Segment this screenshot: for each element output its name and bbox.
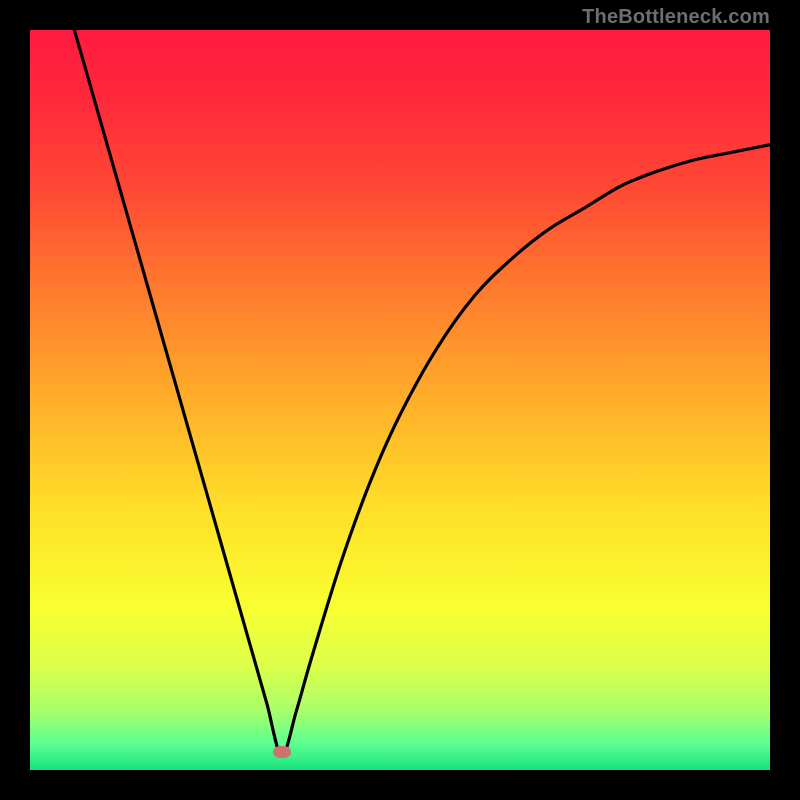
chart-frame: TheBottleneck.com: [0, 0, 800, 800]
bottleneck-curve: [30, 30, 770, 770]
bottleneck-marker: [273, 746, 291, 758]
plot-area: [30, 30, 770, 770]
watermark-text: TheBottleneck.com: [582, 6, 770, 29]
